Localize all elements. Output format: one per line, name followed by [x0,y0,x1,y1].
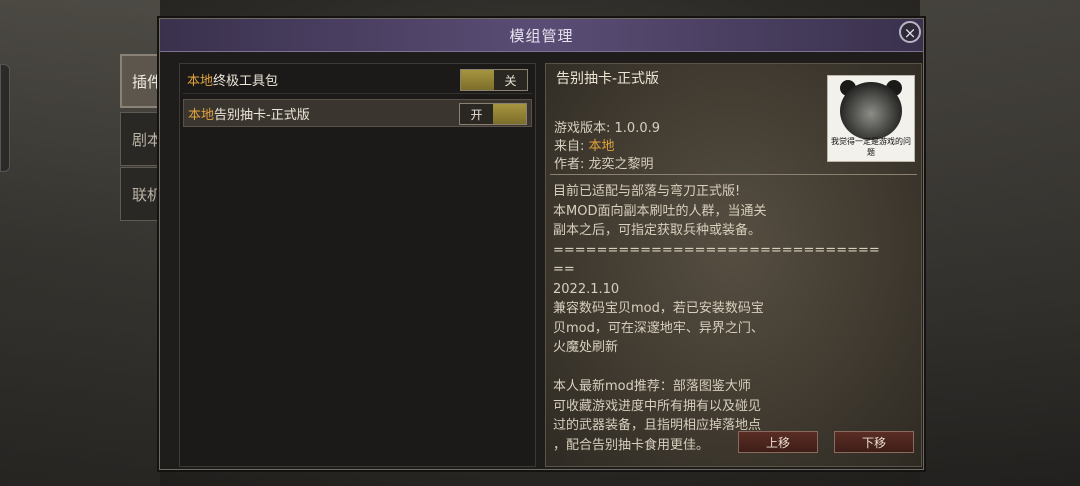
move-up-label: 上移 [765,435,790,450]
mod-list-panel: 本地 终极工具包 关 本地 告别抽卡-正式版 开 [179,63,536,467]
version-line: 游戏版本: 1.0.0.9 [554,120,660,138]
mod-enable-toggle[interactable]: 关 [460,69,528,91]
version-value: 1.0.0.9 [614,121,661,136]
dialog-title-bar: 模组管理 [160,19,923,52]
thumbnail-caption: 我觉得一定是游戏的问题 [831,137,911,157]
toggle-label: 开 [470,107,483,122]
source-line: 来自: 本地 [554,138,660,156]
move-down-label: 下移 [861,435,886,450]
close-button[interactable]: × [899,21,921,43]
source-value: 本地 [588,139,615,154]
edge-drawer-handle[interactable] [0,64,10,172]
mod-detail-panel: 告别抽卡-正式版 我觉得一定是游戏的问题 游戏版本: 1.0.0.9 来自: 本… [545,63,922,467]
background-right [920,0,1080,486]
mod-enable-toggle[interactable]: 开 [459,103,527,125]
mod-source-tag: 本地 [187,74,214,89]
detail-divider [550,174,917,175]
author-line: 作者: 龙奕之黎明 [554,156,660,174]
mod-manager-dialog: 模组管理 × 本地 终极工具包 关 本地 告别抽卡-正式版 开 告别抽卡-正式版 [159,18,924,470]
detail-title: 告别抽卡-正式版 [556,71,660,87]
source-label: 来自: [554,139,585,154]
version-label: 游戏版本: [554,121,611,136]
move-down-button[interactable]: 下移 [834,431,914,453]
toggle-knob [461,70,494,90]
toggle-label: 关 [504,73,517,88]
mod-source-tag: 本地 [188,107,215,123]
mod-meta: 游戏版本: 1.0.0.9 来自: 本地 作者: 龙奕之黎明 [554,120,660,174]
toggle-knob [493,104,526,124]
tab-multiplayer-label: 联机 [131,185,162,204]
mod-name: 告别抽卡-正式版 [214,107,310,123]
dialog-title: 模组管理 [509,26,574,45]
mod-name: 终极工具包 [213,74,279,89]
move-up-button[interactable]: 上移 [738,431,818,453]
close-icon: × [903,24,917,42]
mod-description: 目前已适配与部落与弯刀正式版! 本MOD面向副本刷吐的人群，当通关 副本之后，可… [553,184,880,453]
mod-list-item-selected[interactable]: 本地 告别抽卡-正式版 开 [183,99,532,127]
panda-meme-icon [840,82,902,140]
author-label: 作者: [554,157,585,172]
tab-scenarios-label: 剧本 [131,130,162,149]
tab-plugins-label: 插件 [131,72,162,91]
author-value: 龙奕之黎明 [588,157,654,172]
mod-list-item[interactable]: 本地 终极工具包 关 [183,66,532,94]
mod-thumbnail: 我觉得一定是游戏的问题 [827,75,915,162]
